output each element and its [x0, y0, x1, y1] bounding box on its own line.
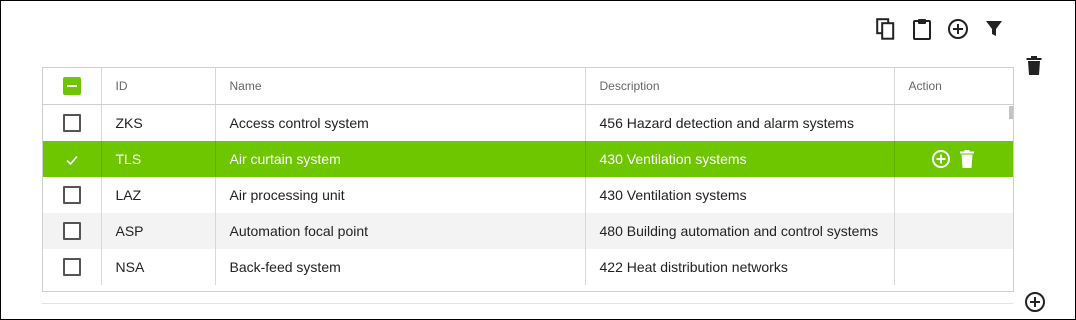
table-row[interactable]: NSA Back-feed system 422 Heat distributi…	[43, 249, 1013, 285]
row-actions	[909, 148, 1014, 170]
cell-name: Automation focal point	[215, 213, 586, 249]
cell-name: Air curtain system	[215, 141, 586, 177]
paste-button[interactable]	[911, 17, 933, 41]
cell-description: 430 Ventilation systems	[585, 177, 895, 213]
cell-action	[894, 249, 1013, 285]
table-row[interactable]: ZKS Access control system 456 Hazard det…	[43, 104, 1013, 142]
table-row-selected[interactable]: TLS Air curtain system 430 Ventilation s…	[43, 141, 1013, 177]
column-header-id[interactable]: ID	[101, 68, 216, 105]
filter-icon	[985, 19, 1003, 39]
cell-name: Back-feed system	[215, 249, 586, 285]
check-icon[interactable]	[65, 153, 79, 167]
cell-id: ZKS	[101, 104, 216, 141]
copy-icon	[876, 18, 896, 40]
cell-action	[894, 141, 1013, 177]
table-row[interactable]: ASP Automation focal point 480 Building …	[43, 213, 1013, 249]
cell-description: 430 Ventilation systems	[585, 141, 895, 177]
copy-button[interactable]	[875, 17, 897, 41]
cell-description: 480 Building automation and control syst…	[585, 213, 895, 249]
trash-icon	[959, 150, 974, 168]
divider	[42, 303, 1013, 304]
row-checkbox[interactable]	[62, 222, 81, 241]
cell-id: NSA	[101, 249, 216, 285]
cell-action	[894, 213, 1013, 249]
cell-action	[894, 105, 1013, 142]
row-checkbox[interactable]	[62, 186, 81, 205]
cell-description: 422 Heat distribution networks	[585, 249, 895, 285]
table-row[interactable]: LAZ Air processing unit 430 Ventilation …	[43, 177, 1013, 213]
row-checkbox[interactable]	[62, 258, 81, 277]
cell-action	[894, 177, 1013, 213]
add-button[interactable]	[947, 17, 969, 41]
row-add-button[interactable]	[930, 148, 952, 170]
select-all-checkbox[interactable]	[62, 77, 81, 95]
panel-frame: ID Name Description Action ZKS Access co…	[0, 0, 1076, 320]
add-circle-icon	[1024, 291, 1046, 318]
data-table: ID Name Description Action ZKS Access co…	[42, 67, 1014, 292]
vertical-scrollbar[interactable]	[1009, 106, 1013, 119]
cell-name: Air processing unit	[215, 177, 586, 213]
toolbar	[875, 17, 1005, 41]
row-delete-button[interactable]	[956, 148, 978, 170]
select-all-cell	[43, 68, 102, 105]
cell-description: 456 Hazard detection and alarm systems	[585, 104, 895, 141]
add-row-button[interactable]	[1024, 291, 1046, 318]
column-header-description[interactable]: Description	[585, 68, 895, 105]
cell-id: ASP	[101, 213, 216, 249]
cell-id: LAZ	[101, 177, 216, 213]
delete-button[interactable]	[1023, 55, 1045, 81]
trash-icon	[1026, 55, 1042, 81]
table-header-row: ID Name Description Action	[43, 68, 1013, 105]
cell-id: TLS	[101, 141, 216, 177]
column-header-name[interactable]: Name	[215, 68, 586, 105]
clipboard-icon	[912, 18, 932, 40]
column-header-action: Action	[894, 68, 1013, 105]
add-circle-icon	[947, 18, 969, 40]
row-checkbox[interactable]	[62, 114, 81, 133]
filter-button[interactable]	[983, 17, 1005, 41]
add-circle-icon	[931, 150, 950, 168]
cell-name: Access control system	[215, 104, 586, 141]
